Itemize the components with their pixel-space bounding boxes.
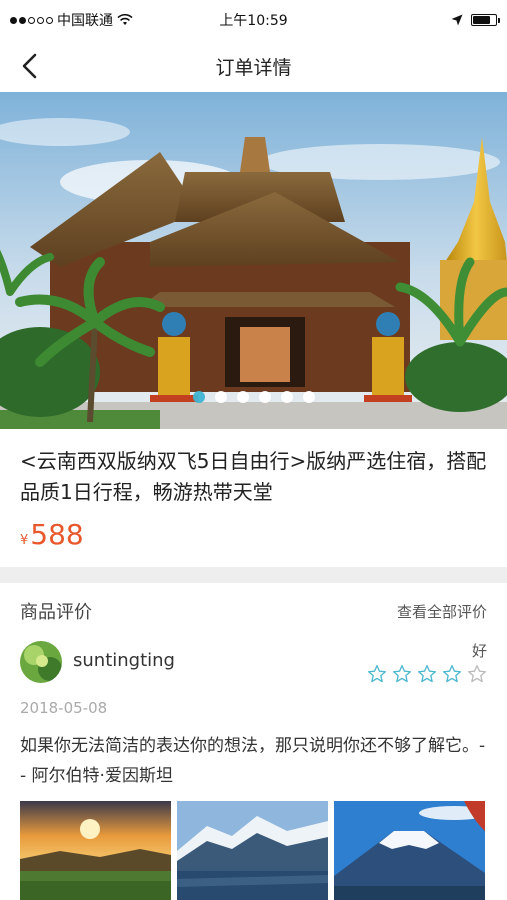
- carousel-dot[interactable]: [192, 391, 205, 403]
- product-title: <云南西双版纳双飞5日自由行>版纳严选住宿，搭配品质1日行程，畅游热带天堂: [20, 449, 487, 504]
- currency-symbol: ¥: [20, 533, 29, 548]
- signal-icon: [10, 16, 53, 24]
- review-username[interactable]: suntingting: [73, 650, 175, 671]
- sunset-lake-photo: [20, 801, 171, 900]
- rating-label: 好: [471, 642, 487, 660]
- avatar[interactable]: [20, 641, 62, 683]
- review-header: 商品评价 查看全部评价: [20, 598, 487, 624]
- star-filled-icon: [368, 665, 386, 683]
- carousel-dot[interactable]: [214, 391, 227, 403]
- status-bar: 中国联通 上午10:59: [0, 0, 507, 40]
- battery-icon: [471, 14, 500, 26]
- carousel-dot[interactable]: [280, 391, 293, 403]
- mount-fuji-photo: [334, 801, 485, 900]
- carousel-dot[interactable]: [258, 391, 271, 403]
- carousel-pager[interactable]: [0, 391, 507, 403]
- status-left: 中国联通: [10, 10, 133, 30]
- location-arrow-icon: [451, 14, 463, 26]
- star-rating: [367, 664, 487, 684]
- avatar-photo: [20, 641, 62, 683]
- snowy-mountain-lake-photo: [177, 801, 328, 900]
- banner-carousel[interactable]: [0, 92, 507, 429]
- carousel-dot[interactable]: [236, 391, 249, 403]
- star-filled-icon: [393, 665, 411, 683]
- wifi-icon: [117, 14, 133, 25]
- chevron-left-icon: [22, 53, 37, 79]
- review-photo-2[interactable]: [177, 801, 328, 900]
- review-photos: [20, 801, 487, 900]
- product-price: ¥ 588: [20, 518, 84, 551]
- back-button[interactable]: [12, 48, 48, 84]
- review-date: 2018-05-08: [20, 699, 108, 717]
- status-right: [451, 14, 500, 26]
- star-filled-icon: [418, 665, 436, 683]
- star-empty-icon: [468, 665, 486, 683]
- review-photo-1[interactable]: [20, 801, 171, 900]
- carousel-dot[interactable]: [302, 391, 315, 403]
- thai-temple-photo: [0, 92, 507, 429]
- price-value: 588: [30, 518, 84, 551]
- view-all-reviews-link[interactable]: 查看全部评价: [397, 601, 487, 622]
- star-filled-icon: [443, 665, 461, 683]
- review-text: 如果你无法简洁的表达你的想法，那只说明你还不够了解它。-- 阿尔伯特·爱因斯坦: [20, 736, 486, 786]
- section-divider: [0, 567, 507, 583]
- review-photo-3[interactable]: [334, 801, 485, 900]
- review-section-title: 商品评价: [20, 602, 92, 623]
- page-title: 订单详情: [215, 56, 292, 79]
- carrier-label: 中国联通: [57, 13, 113, 29]
- nav-bar: 订单详情: [0, 40, 507, 92]
